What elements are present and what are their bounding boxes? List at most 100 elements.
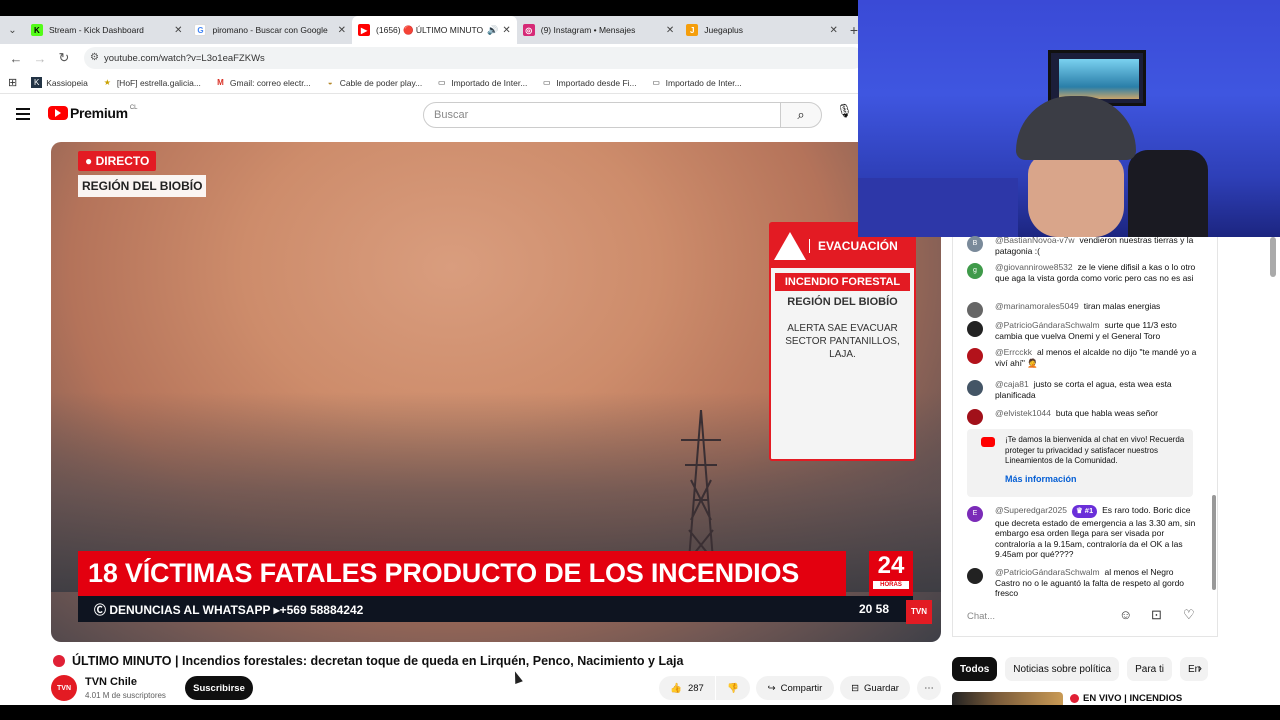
channel-name[interactable]: TVN Chile [85, 676, 137, 688]
super-chat-icon[interactable]: ⊡ [1151, 607, 1162, 623]
chat-avatar: B [967, 236, 983, 252]
chat-placeholder: Chat... [967, 611, 995, 622]
forward-icon[interactable]: → [28, 51, 52, 66]
bookmark-folder[interactable]: ▭ Importado desde Fi... [541, 77, 637, 88]
recommended-title[interactable]: EN VIVO | INCENDIOS [1083, 693, 1182, 704]
close-tab-icon[interactable]: ✕ [174, 25, 182, 36]
chat-avatar [967, 568, 983, 584]
streamer-figure [1006, 96, 1146, 237]
channel-24-logo: 24 HORAS [869, 551, 913, 596]
chip-en[interactable]: En [1180, 657, 1209, 681]
recommended-video[interactable]: EN VIVO | INCENDIOS [952, 692, 1220, 706]
bookmark-item[interactable]: M Gmail: correo electr... [215, 77, 311, 88]
url-field[interactable]: ⚙ youtube.com/watch?v=L3o1eaFZKWs [84, 47, 864, 69]
youtube-play-icon [48, 106, 68, 120]
video-player[interactable]: ● DIRECTO REGIÓN DEL BIOBÍO EVACUACIÓN I… [51, 142, 941, 642]
channel-avatar[interactable]: TVN [51, 675, 77, 701]
channel-label: HORAS [873, 581, 909, 589]
reload-icon[interactable]: ↻ [52, 50, 76, 66]
chip-todos[interactable]: Todos [952, 657, 998, 681]
more-info-link[interactable]: Más información [1005, 474, 1077, 484]
back-icon[interactable]: ← [4, 51, 28, 66]
country-code: CL [129, 105, 138, 111]
warning-icon [771, 224, 809, 268]
tab-kick[interactable]: K Stream - Kick Dashboard ✕ [25, 16, 189, 44]
share-icon: ↪ [767, 682, 776, 694]
subscribe-button[interactable]: Suscribirse [185, 676, 253, 700]
channel-row: TVN TVN Chile 4.01 M de suscriptores Sus… [51, 673, 941, 705]
chat-avatar [967, 321, 983, 337]
chat-text: buta que habla weas señor [1055, 408, 1158, 418]
folder-icon: ▭ [543, 78, 551, 87]
close-tab-icon[interactable]: ✕ [829, 25, 837, 36]
kick-icon: K [30, 24, 43, 36]
chat-avatar: E [967, 506, 983, 522]
more-dots-icon: ⋯ [924, 682, 934, 694]
youtube-header: Premium CL Buscar ⌕ 🎙 [0, 95, 858, 135]
ticker-time: 20 58 [858, 602, 889, 616]
chevron-right-icon[interactable]: › [1198, 661, 1202, 675]
share-label: Compartir [780, 682, 823, 694]
tab-title: (9) Instagram • Mensajes [540, 25, 636, 35]
chat-input[interactable]: Chat... [967, 611, 1133, 622]
chat-author: @caja81 [995, 379, 1029, 389]
heart-icon[interactable]: ♡ [1183, 607, 1195, 623]
dislike-button[interactable]: 👎 [716, 676, 750, 700]
share-button[interactable]: ↪ Compartir [756, 676, 834, 700]
save-label: Guardar [864, 682, 899, 694]
apps-grid-icon[interactable]: ⊞ [8, 76, 17, 89]
chat-author: @Superedgar2025 [995, 505, 1067, 515]
chat-author: @PatricioGándaraSchwalm [995, 320, 1100, 330]
save-button[interactable]: ⊟ Guardar [840, 676, 910, 700]
bookmark-item[interactable]: ★ [HoF] estrella.galicia... [102, 77, 201, 88]
chat-message: @elvistek1044 buta que habla weas señor [967, 408, 1197, 425]
member-badge: ♛ #1 [1071, 505, 1098, 518]
evacuation-title: EVACUACIÓN [809, 239, 898, 253]
youtube-logo[interactable]: Premium CL [48, 105, 137, 121]
tab-instagram[interactable]: ◎ (9) Instagram • Mensajes ✕ [517, 16, 681, 44]
region-label: REGIÓN DEL BIOBÍO [78, 175, 207, 197]
url-text: youtube.com/watch?v=L3o1eaFZKWs [104, 52, 265, 64]
bookmark-folder[interactable]: ▭ Importado de Inter... [436, 77, 527, 88]
emoji-icon[interactable]: ☺ [1119, 607, 1132, 622]
chat-scrollbar[interactable] [1212, 495, 1216, 590]
menu-icon[interactable] [16, 108, 30, 123]
like-button[interactable]: 👍 287 [659, 676, 715, 700]
close-tab-icon[interactable]: ✕ [338, 25, 346, 36]
bookmark-folder[interactable]: ▭ Importado de Inter... [651, 77, 741, 88]
thumbs-down-icon: 👎 [727, 682, 739, 694]
bookmark-item[interactable]: K Kassiopeia [31, 77, 88, 88]
chip-para-ti[interactable]: Para ti [1127, 657, 1172, 681]
bookmarks-bar: ⊞ K Kassiopeia ★ [HoF] estrella.galicia...… [0, 72, 858, 94]
tab-google[interactable]: G piromano - Buscar con Google ✕ [188, 16, 352, 44]
tab-search-chevron-icon[interactable]: ⌄ [0, 16, 25, 44]
live-dot-icon [1070, 694, 1079, 703]
chat-avatar [967, 409, 983, 425]
new-tab-icon[interactable]: + [850, 22, 858, 38]
more-actions-button[interactable]: ⋯ [917, 676, 941, 700]
search-button[interactable]: ⌕ [780, 102, 822, 128]
bookmark-icon: ⊟ [851, 682, 860, 694]
chat-author: @Errcckk [995, 347, 1032, 357]
like-count: 287 [687, 682, 704, 694]
search-input[interactable]: Buscar [423, 102, 781, 128]
bookmark-item[interactable]: ◒ Cable de poder play... [325, 77, 422, 88]
close-tab-icon[interactable]: ✕ [502, 25, 510, 36]
tab-youtube[interactable]: ▶ (1656) 🔴 ÚLTIMO MINUTO 🔊 ✕ [352, 16, 517, 44]
chat-author: @elvistek1044 [995, 408, 1051, 418]
close-tab-icon[interactable]: ✕ [666, 25, 674, 36]
site-info-icon[interactable]: ⚙ [90, 52, 99, 63]
recommended-thumbnail[interactable] [952, 692, 1063, 706]
tab-juegaplus[interactable]: J Juegaplus ✕ [680, 16, 844, 44]
speaker-icon[interactable]: 🔊 [487, 25, 498, 36]
address-bar-row: ← → ↻ ⚙ youtube.com/watch?v=L3o1eaFZKWs [0, 44, 864, 72]
chip-politica[interactable]: Noticias sobre política [1005, 657, 1120, 681]
chat-avatar [967, 380, 983, 396]
chat-message: @marinamorales5049 tiran malas energias [967, 301, 1197, 318]
page-scrollbar[interactable] [1270, 237, 1276, 277]
chat-message: @caja81 justo se corta el agua, esta wea … [967, 379, 1197, 400]
bottom-black-bar [0, 705, 1280, 720]
live-label: ● DIRECTO [78, 151, 157, 171]
microphone-icon[interactable]: 🎙 [836, 103, 858, 127]
bookmark-label: [HoF] estrella.galicia... [116, 77, 201, 88]
